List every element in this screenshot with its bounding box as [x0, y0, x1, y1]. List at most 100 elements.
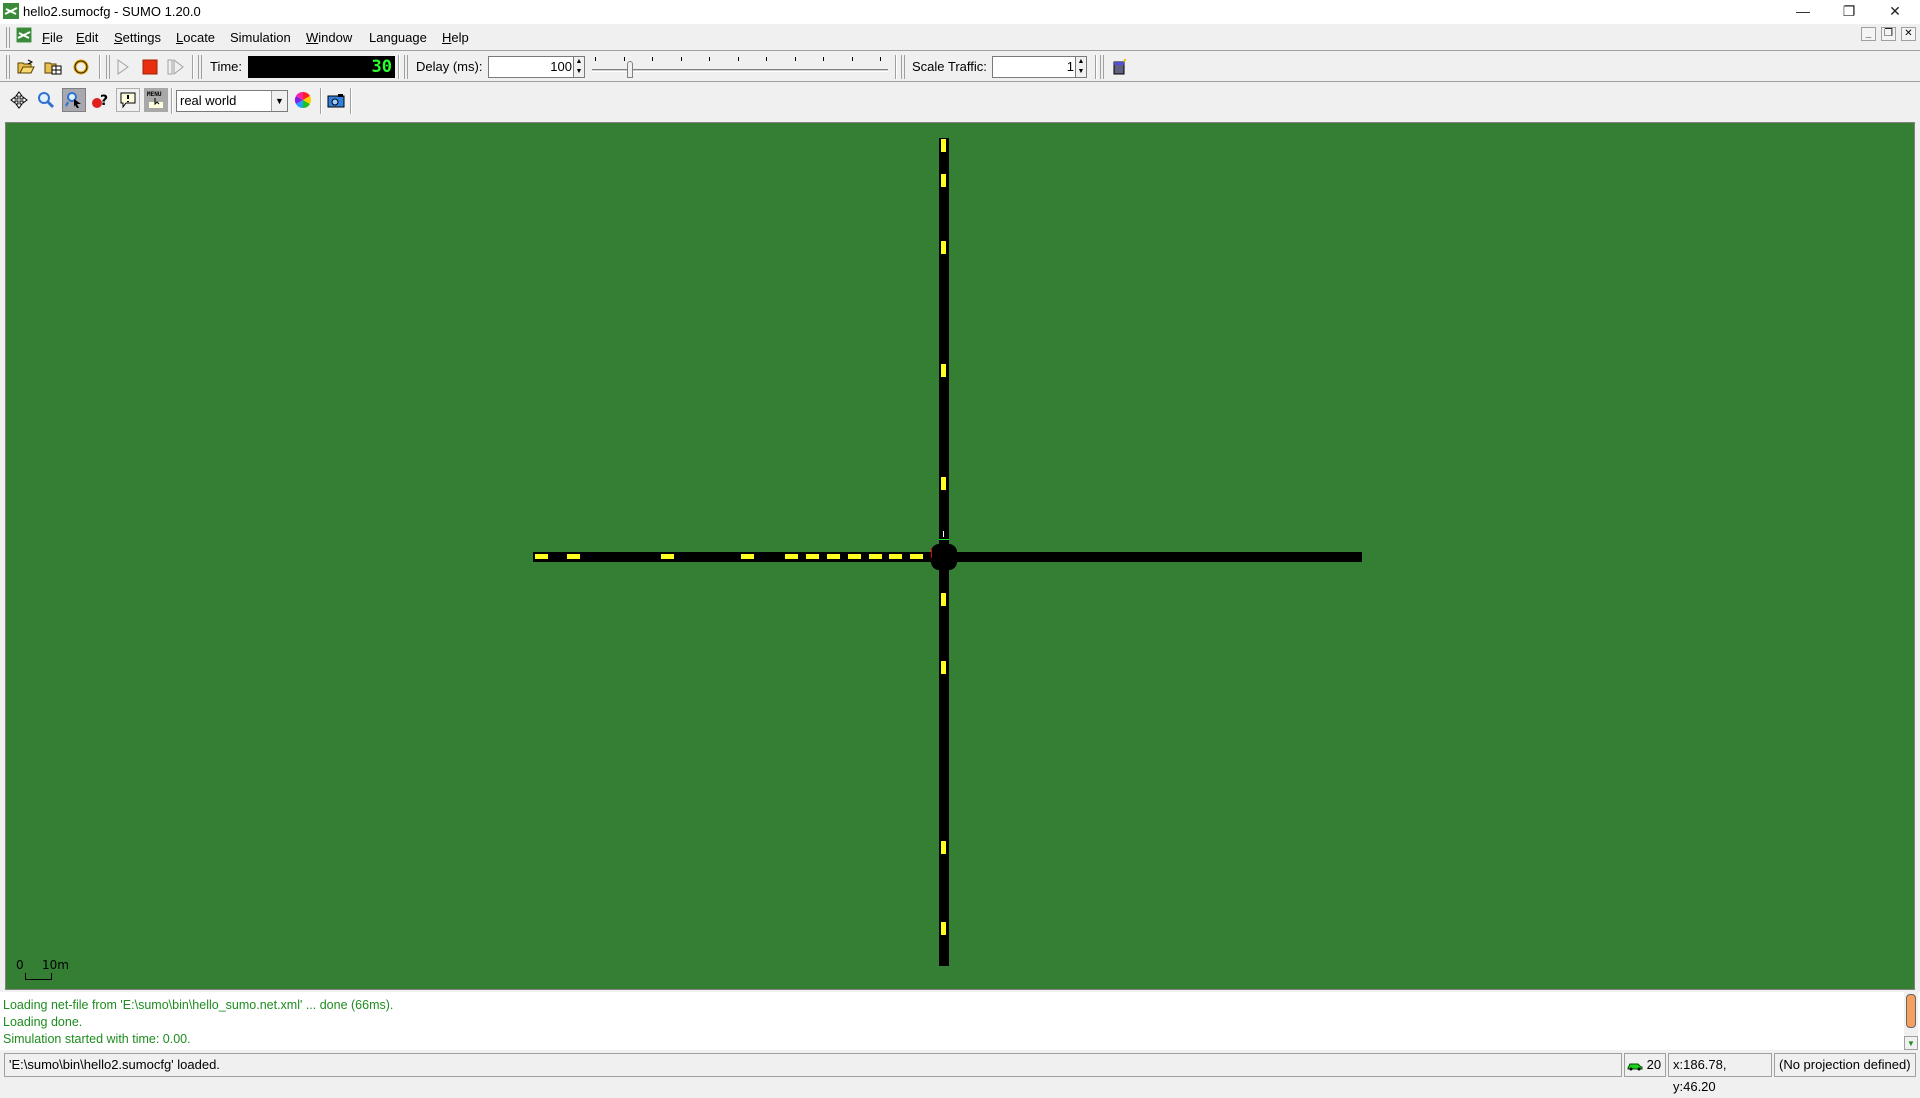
- vehicle[interactable]: [941, 241, 946, 254]
- toolbar-separator: [320, 88, 322, 114]
- recenter-button[interactable]: [8, 89, 30, 111]
- vehicle[interactable]: [806, 554, 819, 559]
- scale-traffic-input[interactable]: 1: [992, 56, 1076, 78]
- delay-slider[interactable]: [590, 56, 890, 80]
- window-restore-button[interactable]: ❐: [1826, 0, 1872, 24]
- zoom-button[interactable]: [35, 89, 57, 111]
- vehicle[interactable]: [661, 554, 674, 559]
- reload-icon: [73, 59, 89, 75]
- help-icon: ?: [92, 93, 108, 109]
- mdi-restore-button[interactable]: ❐: [1881, 27, 1896, 41]
- window-minimize-button[interactable]: —: [1780, 0, 1826, 24]
- delay-input[interactable]: 100: [488, 56, 574, 78]
- menu-locate[interactable]: Locate: [176, 30, 215, 45]
- screenshot-button[interactable]: [325, 89, 347, 111]
- vehicle[interactable]: [941, 922, 946, 935]
- play-icon: [117, 59, 129, 75]
- vehicle[interactable]: [889, 554, 902, 559]
- visualization-scheme-select[interactable]: real world ▼: [176, 90, 288, 112]
- message-log: Loading net-file from 'E:\sumo\bin\hello…: [0, 992, 1920, 1050]
- new-view-button[interactable]: [1109, 56, 1131, 78]
- log-line: Loading done.: [3, 1015, 83, 1029]
- junction[interactable]: [931, 544, 957, 570]
- toolbar-grip[interactable]: [106, 55, 110, 79]
- menu-window-label: Window: [306, 30, 353, 45]
- toolbar-grip[interactable]: [198, 55, 202, 79]
- vehicle[interactable]: [827, 554, 840, 559]
- time-display: 30: [248, 56, 395, 78]
- toolbar-grip[interactable]: [901, 55, 905, 79]
- vehicle[interactable]: [567, 554, 580, 559]
- menu-settings-label: Settings: [114, 30, 161, 45]
- slider-tick: [823, 57, 824, 61]
- menu-language[interactable]: Language: [369, 30, 427, 45]
- tooltip-toggle-button[interactable]: [116, 88, 140, 112]
- vehicle[interactable]: [869, 554, 882, 559]
- lane-arrow-marker: [943, 531, 944, 537]
- menu-help[interactable]: Help: [442, 30, 469, 45]
- menubar-grip[interactable]: [6, 27, 10, 48]
- reload-button[interactable]: [70, 56, 92, 78]
- stop-button[interactable]: [139, 56, 161, 78]
- help-button[interactable]: ?: [89, 89, 111, 111]
- step-icon: [167, 59, 184, 75]
- vehicle-count: 20: [1646, 1057, 1662, 1072]
- open-simulation-button[interactable]: [15, 56, 37, 78]
- spin-down-icon[interactable]: ▼: [1076, 67, 1086, 77]
- run-button[interactable]: [112, 56, 134, 78]
- toolbar-grip[interactable]: [1100, 55, 1104, 79]
- scale-traffic-spinner[interactable]: ▲ ▼: [1075, 56, 1087, 78]
- vehicle[interactable]: [741, 554, 754, 559]
- log-scrollbar[interactable]: ▼: [1904, 992, 1918, 1050]
- toolbar-grip[interactable]: [6, 55, 10, 79]
- mdi-minimize-button[interactable]: _: [1861, 27, 1876, 41]
- vehicle[interactable]: [910, 554, 923, 559]
- vehicle[interactable]: [941, 477, 946, 490]
- slider-tick: [880, 57, 881, 61]
- color-scheme-button[interactable]: [292, 89, 314, 111]
- vehicle[interactable]: [941, 139, 946, 152]
- menu-help-label: Help: [442, 30, 469, 45]
- locate-button[interactable]: [62, 88, 86, 112]
- menu-simulation[interactable]: Simulation: [230, 30, 291, 45]
- menu-edit[interactable]: Edit: [76, 30, 98, 45]
- vehicle[interactable]: [941, 661, 946, 674]
- vehicle[interactable]: [941, 841, 946, 854]
- menu-window[interactable]: Window: [306, 30, 352, 45]
- slider-tick: [851, 57, 853, 61]
- network-view-canvas[interactable]: 0 10m: [5, 122, 1915, 990]
- menu-toggle-button[interactable]: MENU: [144, 88, 168, 112]
- car-icon: [1627, 1063, 1643, 1071]
- vehicle[interactable]: [848, 554, 861, 559]
- traffic-light-red[interactable]: [931, 548, 932, 558]
- spin-up-icon[interactable]: ▲: [1076, 57, 1086, 67]
- scrollbar-thumb[interactable]: [1906, 994, 1916, 1028]
- toolbar-separator: [398, 55, 400, 79]
- vehicle-count-button[interactable]: 20: [1624, 1053, 1666, 1077]
- stop-icon: [142, 59, 158, 75]
- menu-settings[interactable]: Settings: [114, 30, 161, 45]
- step-button[interactable]: [165, 56, 187, 78]
- window-close-button[interactable]: ✕: [1872, 0, 1918, 24]
- scale-label-end: 10m: [42, 958, 69, 972]
- toolbar-grip[interactable]: [404, 55, 408, 79]
- sumo-document-icon: [16, 27, 32, 43]
- scroll-down-icon[interactable]: ▼: [1904, 1036, 1918, 1050]
- chevron-down-icon[interactable]: ▼: [271, 91, 287, 111]
- slider-track: [592, 69, 888, 72]
- vehicle[interactable]: [941, 174, 946, 187]
- slider-thumb[interactable]: [626, 61, 633, 78]
- toolbar-separator: [192, 55, 194, 79]
- spin-down-icon[interactable]: ▼: [574, 67, 584, 77]
- menu-file[interactable]: File: [42, 30, 63, 45]
- vehicle[interactable]: [941, 593, 946, 606]
- vehicle[interactable]: [941, 364, 946, 377]
- vehicle[interactable]: [785, 554, 798, 559]
- vehicle[interactable]: [535, 554, 548, 559]
- traffic-light-green[interactable]: [939, 539, 949, 540]
- open-network-button[interactable]: [42, 56, 64, 78]
- delay-spinner[interactable]: ▲ ▼: [573, 56, 585, 78]
- toolbar-separator: [350, 88, 352, 114]
- mdi-close-button[interactable]: ✕: [1901, 27, 1916, 41]
- spin-up-icon[interactable]: ▲: [574, 57, 584, 67]
